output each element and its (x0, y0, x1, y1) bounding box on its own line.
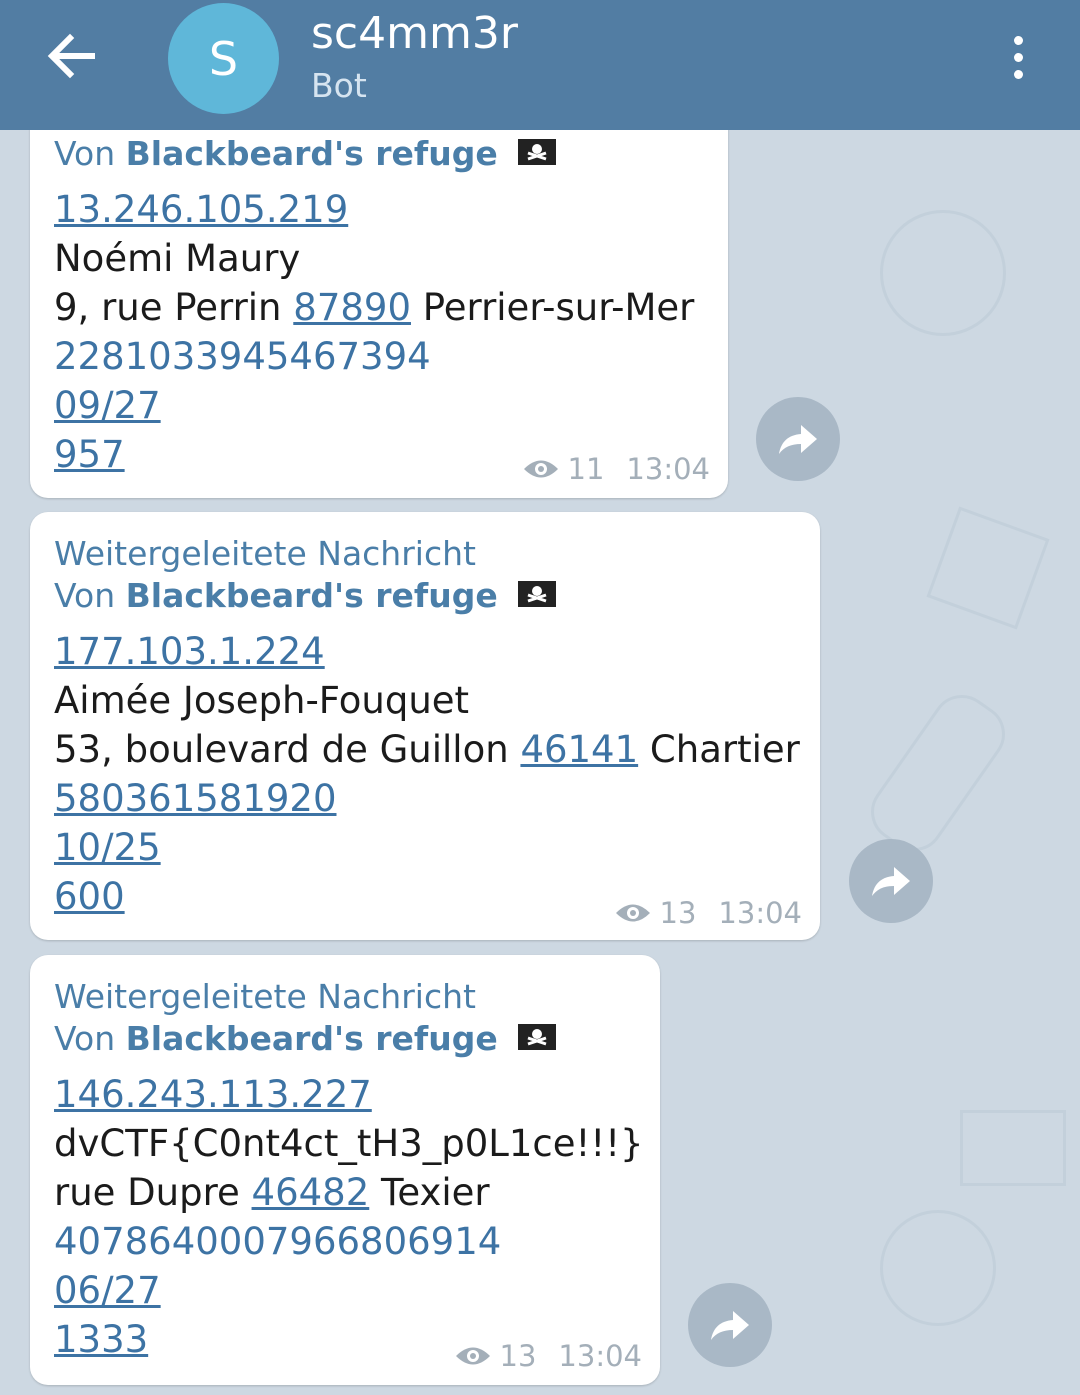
more-menu-button[interactable] (1008, 36, 1028, 80)
expiry-link[interactable]: 06/27 (54, 1269, 161, 1312)
message-meta: 13 13:04 (614, 896, 802, 930)
view-count: 11 (567, 452, 605, 486)
ip-link[interactable]: 177.103.1.224 (54, 630, 325, 673)
message-bubble[interactable]: Von Blackbeard's refuge 13.246.105.219 N… (30, 90, 728, 498)
cvv-link[interactable]: 957 (54, 433, 125, 476)
address-line: 53, boulevard de Guillon 46141 Chartier (54, 728, 800, 771)
wallpaper-doodle (926, 506, 1050, 630)
ip-link[interactable]: 146.243.113.227 (54, 1073, 372, 1116)
message-time: 13:04 (558, 1339, 642, 1373)
message-bubble[interactable]: Weitergeleitete Nachricht Von Blackbeard… (30, 512, 820, 940)
forwarded-label: Weitergeleitete Nachricht (54, 534, 476, 573)
from-prefix: Von (54, 1019, 116, 1058)
eye-icon (523, 460, 558, 478)
wallpaper-doodle (880, 1210, 996, 1326)
avatar[interactable]: S (168, 3, 279, 114)
share-arrow-icon (711, 1311, 749, 1340)
cvv-link[interactable]: 1333 (54, 1318, 148, 1361)
message-bubble[interactable]: Weitergeleitete Nachricht Von Blackbeard… (30, 955, 660, 1385)
wallpaper-doodle (880, 210, 1006, 336)
forwarded-from[interactable]: Von Blackbeard's refuge (54, 1019, 558, 1060)
zip-link[interactable]: 46482 (252, 1171, 370, 1214)
from-channel-name[interactable]: Blackbeard's refuge (126, 1019, 498, 1058)
eye-icon (615, 904, 650, 922)
street: 53, boulevard de Guillon (54, 728, 509, 771)
message-meta: 11 13:04 (522, 452, 710, 486)
zip-link[interactable]: 87890 (293, 286, 411, 329)
expiry-link[interactable]: 09/27 (54, 384, 161, 427)
expiry-link[interactable]: 10/25 (54, 826, 161, 869)
from-channel-name[interactable]: Blackbeard's refuge (126, 576, 498, 615)
forwarded-from[interactable]: Von Blackbeard's refuge (54, 134, 558, 175)
cvv-link[interactable]: 600 (54, 875, 125, 918)
from-prefix: Von (54, 134, 116, 173)
person-name: Aimée Joseph-Fouquet (54, 679, 470, 722)
view-count: 13 (499, 1339, 537, 1373)
card-number[interactable]: 2281033945467394 (54, 335, 431, 378)
pirate-flag-icon (516, 1021, 558, 1060)
share-arrow-icon (872, 867, 910, 896)
forwarded-label: Weitergeleitete Nachricht (54, 977, 476, 1016)
view-count: 13 (659, 896, 697, 930)
more-vertical-icon (1008, 36, 1028, 79)
share-arrow-icon (779, 425, 817, 454)
person-name: dvCTF{C0nt4ct_tH3_p0L1ce!!!} (54, 1122, 644, 1165)
arrow-left-icon (47, 33, 95, 79)
chat-title[interactable]: sc4mm3r (311, 8, 518, 59)
avatar-letter: S (208, 31, 239, 86)
address-line: 9, rue Perrin 87890 Perrier-sur-Mer (54, 286, 694, 329)
share-button[interactable] (688, 1283, 772, 1367)
forwarded-from[interactable]: Von Blackbeard's refuge (54, 576, 558, 617)
ip-link[interactable]: 13.246.105.219 (54, 188, 348, 231)
city: Chartier (649, 728, 800, 771)
share-button[interactable] (756, 397, 840, 481)
message-time: 13:04 (626, 452, 710, 486)
card-number[interactable]: 4078640007966806914 (54, 1220, 501, 1263)
share-button[interactable] (849, 839, 933, 923)
chat-header: S sc4mm3r Bot (0, 0, 1080, 130)
message-meta: 13 13:04 (454, 1339, 642, 1373)
street: 9, rue Perrin (54, 286, 282, 329)
back-button[interactable] (40, 24, 104, 88)
address-line: rue Dupre 46482 Texier (54, 1171, 490, 1214)
zip-link[interactable]: 46141 (520, 728, 638, 771)
city: Texier (381, 1171, 490, 1214)
from-channel-name[interactable]: Blackbeard's refuge (126, 134, 498, 173)
message-time: 13:04 (718, 896, 802, 930)
chat-subtitle: Bot (311, 66, 367, 105)
pirate-flag-icon (516, 136, 558, 175)
city: Perrier-sur-Mer (422, 286, 695, 329)
from-prefix: Von (54, 576, 116, 615)
wallpaper-doodle (859, 683, 1017, 863)
card-number[interactable]: 580361581920 (54, 777, 337, 820)
street: rue Dupre (54, 1171, 240, 1214)
pirate-flag-icon (516, 578, 558, 617)
person-name: Noémi Maury (54, 237, 301, 280)
wallpaper-doodle (960, 1110, 1066, 1186)
eye-icon (455, 1347, 490, 1365)
